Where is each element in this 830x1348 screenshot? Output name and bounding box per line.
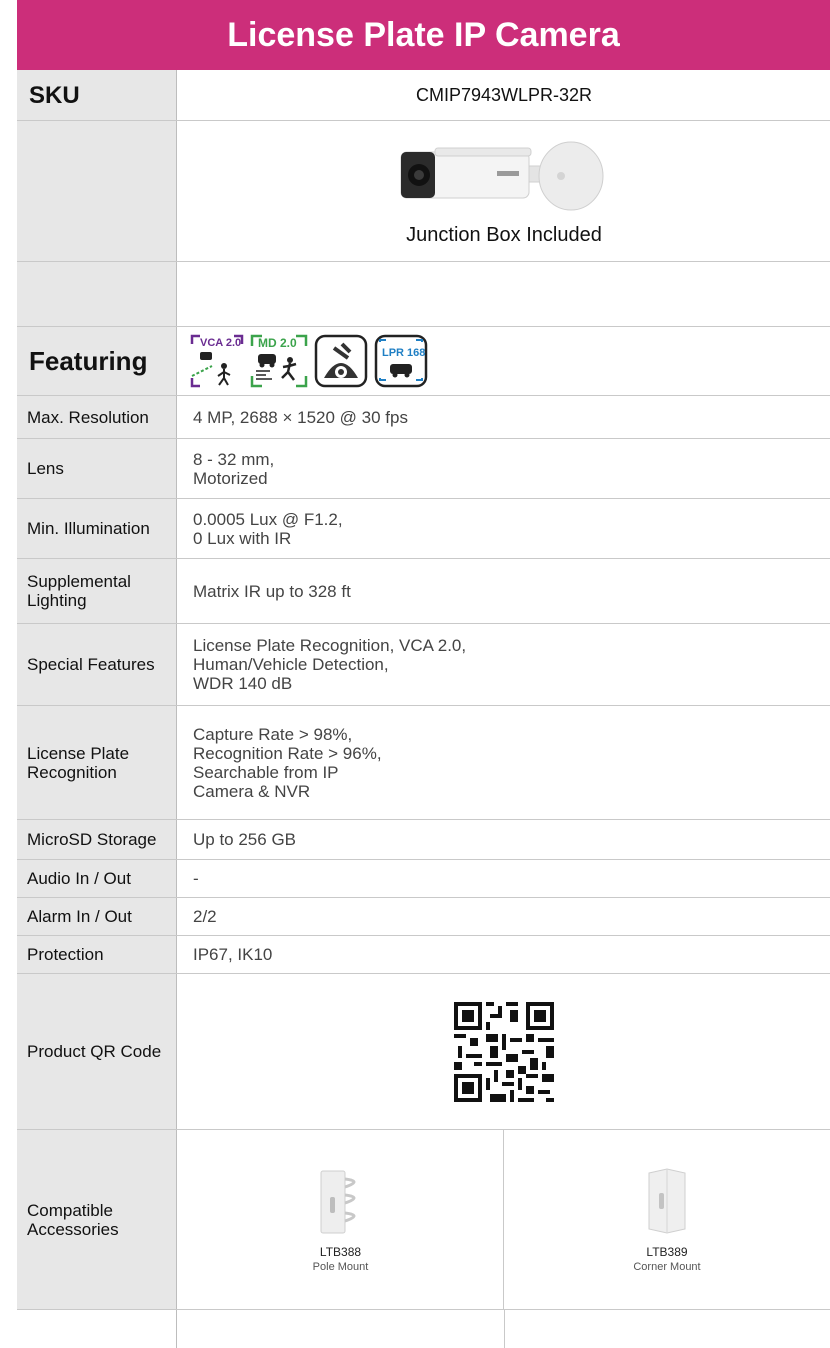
featuring-row: Featuring VCA 2.0 MD 2.0 LPR 168 [17,327,830,396]
accessory-item[interactable]: LTB389 Corner Mount [504,1130,830,1309]
spec-value: 8 - 32 mm, Motorized [193,449,275,488]
spec-label: Max. Resolution [17,396,177,438]
qr-label: Product QR Code [17,974,177,1129]
spec-label: Min. Illumination [17,499,177,558]
image-caption: Junction Box Included [406,223,602,246]
spec-row: Max. Resolution 4 MP, 2688 × 1520 @ 30 f… [17,396,830,439]
spec-label: Alarm In / Out [17,898,177,935]
spec-value: Capture Rate > 98%, Recognition Rate > 9… [193,724,382,801]
spec-row: Supplemental Lighting Matrix IR up to 32… [17,559,830,624]
spec-row: Lens 8 - 32 mm, Motorized [17,439,830,499]
blank-row [17,262,830,327]
accessory-code: LTB388 [319,1244,362,1259]
spec-row: Protection IP67, IK10 [17,936,830,974]
spec-value: - [193,869,199,888]
md-badge-icon: MD 2.0 [250,334,308,388]
spec-value: 2/2 [193,907,217,926]
spec-label: Audio In / Out [17,860,177,897]
pole-mount-image [320,1170,355,1233]
spec-value: License Plate Recognition, VCA 2.0, Huma… [193,636,467,693]
featuring-badges: VCA 2.0 MD 2.0 LPR 168 [178,327,830,395]
featuring-label: Featuring [17,327,177,395]
spec-label: MicroSD Storage [17,820,177,859]
product-image-row: Junction Box Included [17,121,830,262]
spec-label: Protection [17,936,177,973]
spec-label: License Plate Recognition [17,706,177,819]
spec-label: Special Features [17,624,177,705]
spec-row: Min. Illumination 0.0005 Lux @ F1.2, 0 L… [17,499,830,559]
accessories-row: Compatible Accessories LTB388 Pole Mount… [17,1130,830,1310]
sku-label: SKU [17,70,177,120]
sku-row: SKU CMIP7943WLPR-32R [17,70,830,121]
svg-text:LPR 168: LPR 168 [382,347,425,359]
product-image-cell: Junction Box Included [178,121,830,261]
spec-row: License Plate Recognition Capture Rate >… [17,706,830,820]
corner-mount-image [648,1167,686,1234]
spec-row: Special Features License Plate Recogniti… [17,624,830,706]
spec-row: Alarm In / Out 2/2 [17,898,830,936]
spec-row: MicroSD Storage Up to 256 GB [17,820,830,860]
empty-label-cell [17,1310,177,1348]
spec-value: IP67, IK10 [193,945,273,964]
image-label-cell [17,121,177,261]
vca-badge-icon: VCA 2.0 [190,334,244,388]
spec-value: 4 MP, 2688 × 1520 @ 30 fps [193,407,408,427]
spec-label: Supplemental Lighting [17,559,177,623]
accessory-code: LTB389 [646,1244,688,1259]
svg-text:VCA 2.0: VCA 2.0 [200,337,241,349]
qr-cell [178,974,830,1129]
qr-code-image[interactable] [454,1001,554,1102]
spec-label: Lens [17,439,177,498]
sku-value: CMIP7943WLPR-32R [415,84,593,105]
spec-sheet: License Plate IP Camera SKU CMIP7943WLPR… [17,0,830,1348]
qr-row: Product QR Code [17,974,830,1130]
accessory-item[interactable]: LTB388 Pole Mount [178,1130,504,1309]
empty-row [17,1310,830,1348]
lpr-badge-icon: LPR 168 [374,334,428,388]
spec-value: 0.0005 Lux @ F1.2, 0 Lux with IR [193,509,343,548]
page-title: License Plate IP Camera [17,0,830,70]
camera-image [400,141,604,210]
blank-label-cell [17,262,177,326]
blank-value-cell [178,262,830,326]
empty-divider [504,1310,505,1348]
spec-row: Audio In / Out - [17,860,830,898]
accessories-label: Compatible Accessories [17,1130,177,1309]
accessory-name: Pole Mount [312,1260,369,1273]
spec-value: Matrix IR up to 328 ft [193,581,351,601]
vandal-proof-icon [314,334,368,388]
svg-text:MD 2.0: MD 2.0 [258,336,297,350]
spec-value: Up to 256 GB [193,830,297,849]
accessory-name: Corner Mount [633,1260,701,1273]
